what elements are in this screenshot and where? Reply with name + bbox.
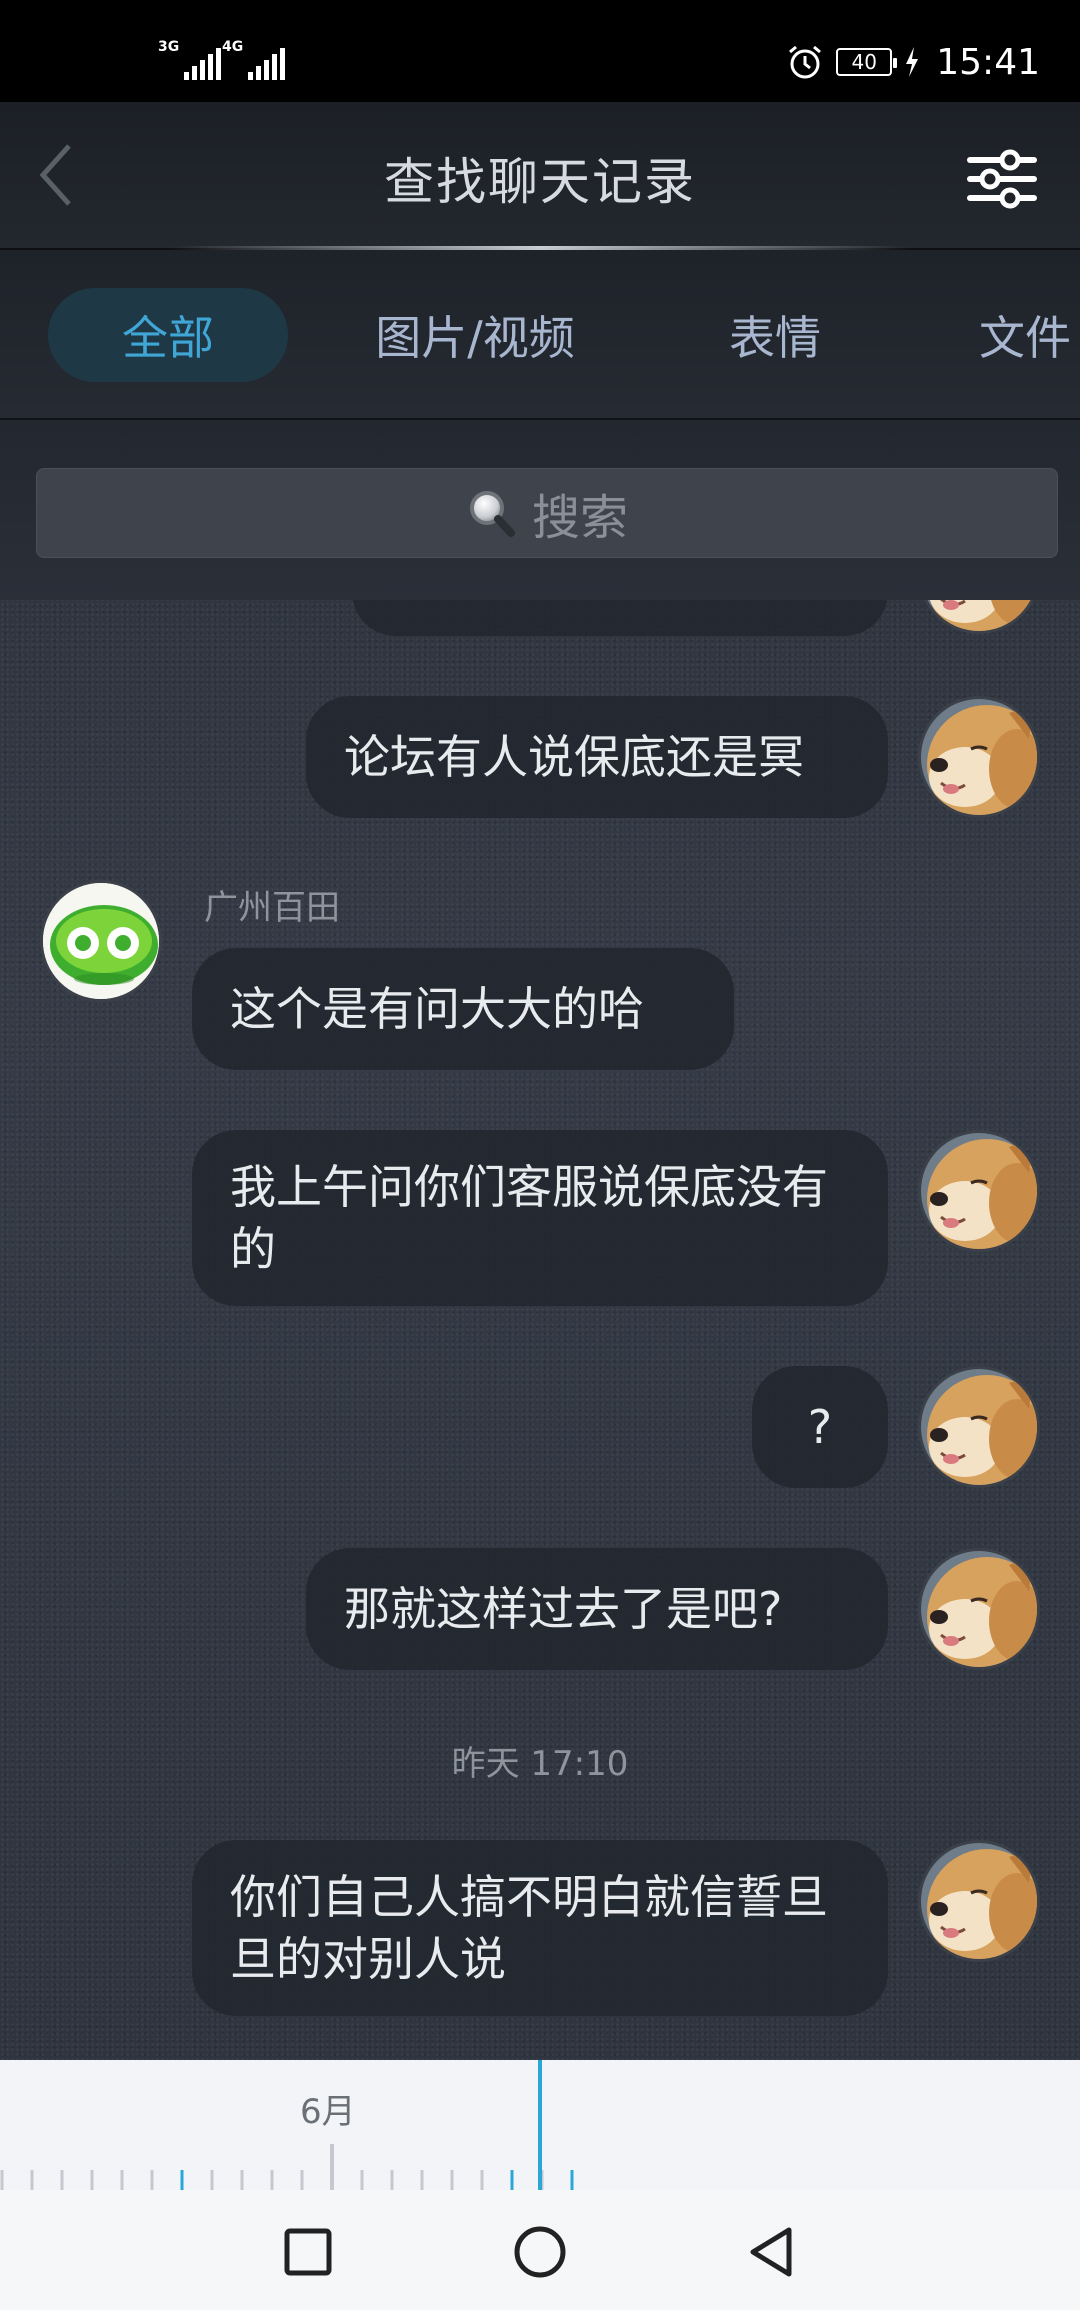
network-type-label: 3G (158, 39, 180, 55)
clock: 15:41 (936, 41, 1040, 83)
message-text: ? (807, 1400, 833, 1454)
signal-strength-icon: 4G (222, 39, 286, 80)
message-bubble[interactable]: 论坛有人说保底还是冥 (306, 696, 888, 818)
home-button[interactable] (500, 2212, 580, 2292)
message-text: 这个是有问大大的哈 (230, 982, 644, 1036)
timeline-cursor[interactable] (538, 2060, 542, 2190)
navigation-bar: 查找聊天记录 (0, 102, 1080, 250)
tab-all[interactable]: 全部 (48, 288, 288, 382)
tab-images-videos[interactable]: 图片/视频 (340, 288, 610, 382)
square-icon (284, 2228, 332, 2276)
contact-avatar[interactable] (40, 880, 162, 1002)
message-bubble[interactable]: 我上午问你们客服说保底没有的 (192, 1130, 888, 1306)
message-text: 我上午问你们客服说保底没有的 (230, 1160, 828, 1276)
circle-icon (514, 2226, 566, 2278)
tab-stickers[interactable]: 表情 (700, 288, 850, 382)
time-divider: 昨天 17:10 (451, 1744, 629, 1784)
page-title: 查找聊天记录 (384, 153, 696, 211)
network-type-label: 4G (222, 39, 244, 55)
message-bubble[interactable]: 你们自己人搞不明白就信誓旦旦的对别人说 (192, 1840, 888, 2016)
my-avatar[interactable] (918, 600, 1040, 634)
tab-files[interactable]: 文件 (950, 288, 1080, 382)
search-area: 搜索 (0, 420, 1080, 600)
signal-strength-icon: 3G (158, 39, 222, 80)
message-bubble[interactable]: 这个是有问大大的哈 (192, 948, 734, 1070)
message-text: 那就这样过去了是吧? (344, 1582, 783, 1636)
message-text: 论坛有人说保底还是冥 (344, 730, 804, 784)
system-navigation-bar (0, 2190, 1080, 2310)
date-timeline[interactable]: 6月 (0, 2060, 1080, 2190)
sender-name: 广州百田 (204, 888, 340, 928)
my-avatar[interactable] (918, 696, 1040, 818)
my-avatar[interactable] (918, 1548, 1040, 1670)
battery-icon: 40 (836, 48, 898, 76)
status-icons: 40 15:41 (786, 40, 1040, 84)
message-list[interactable]: 论坛有人说保底还是冥 广州百田 这个是有问大大的哈 我上午问你们客服说保底没有的… (0, 600, 1080, 2060)
back-nav-button[interactable] (730, 2212, 810, 2292)
message-bubble-partial[interactable] (352, 600, 888, 636)
tab-bar: 全部 图片/视频 表情 文件 (0, 250, 1080, 420)
message-bubble[interactable]: 那就这样过去了是吧? (306, 1548, 888, 1670)
charging-icon (904, 47, 920, 77)
message-text: 你们自己人搞不明白就信誓旦旦的对别人说 (230, 1870, 828, 1986)
triangle-back-icon (750, 2227, 792, 2277)
search-icon (469, 491, 515, 537)
alarm-icon (786, 43, 824, 81)
app-screen: { "status_bar": { "signal1_label": "3G",… (0, 0, 1080, 2310)
my-avatar[interactable] (918, 1130, 1040, 1252)
search-placeholder: 搜索 (531, 490, 628, 546)
sliders-icon (967, 149, 1037, 209)
game-logo-icon (43, 883, 159, 999)
recent-apps-button[interactable] (268, 2212, 348, 2292)
my-avatar[interactable] (918, 1366, 1040, 1488)
my-avatar[interactable] (918, 1840, 1040, 1962)
status-bar: 3G 4G 40 15:41 (0, 0, 1080, 102)
search-input[interactable]: 搜索 (36, 468, 1058, 558)
message-bubble[interactable]: ? (752, 1366, 888, 1488)
filter-button[interactable] (964, 146, 1040, 212)
